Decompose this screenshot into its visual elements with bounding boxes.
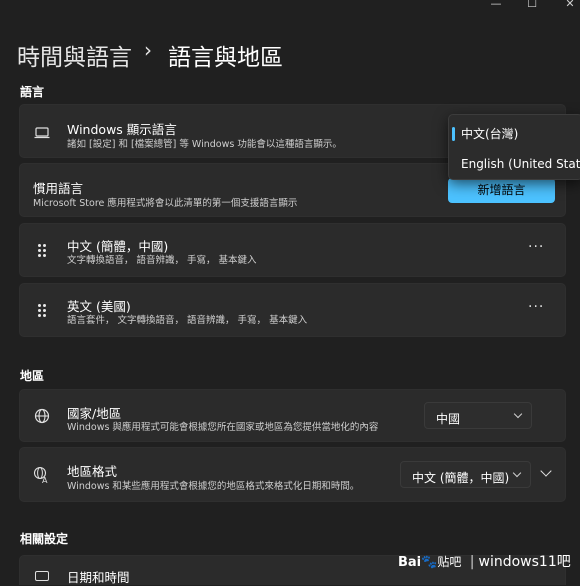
- selected-indicator: [452, 127, 455, 141]
- preferred-languages-subtitle: Microsoft Store 應用程式將會以此清單的第一個支援語言顯示: [33, 198, 298, 209]
- display-language-dropdown[interactable]: 中文(台灣) English (United States): [448, 114, 580, 180]
- chevron-down-icon: [512, 468, 522, 478]
- drag-handle-icon[interactable]: [38, 304, 48, 320]
- baidu-tieba-watermark: Bai🐾贴吧 | windows11吧: [398, 551, 580, 575]
- drag-handle-icon[interactable]: [38, 244, 48, 260]
- regional-format-subtitle: Windows 和某些應用程式會根據您的地區格式來格式化日期和時間。: [67, 481, 360, 492]
- regional-format-select[interactable]: 中文 (簡體，中國): [400, 461, 531, 488]
- minimize-button[interactable]: —: [486, 0, 506, 14]
- chevron-down-icon: [513, 409, 523, 419]
- language-item[interactable]: 英文 (美國) 語言套件， 文字轉換語音， 語音辨識， 手寫， 基本鍵入 ···: [19, 283, 566, 337]
- regional-format-value: 中文 (簡體，中國): [412, 471, 510, 485]
- section-label-region: 地區: [20, 369, 45, 383]
- dropdown-option-en-us[interactable]: English (United States): [461, 157, 580, 171]
- paw-icon: 🐾: [421, 555, 438, 570]
- svg-text:A: A: [42, 476, 48, 484]
- maximize-button[interactable]: ☐: [522, 0, 542, 14]
- close-button[interactable]: ✕: [560, 0, 580, 14]
- globe-icon: [34, 408, 50, 424]
- language-features: 文字轉換語音， 語音辨識， 手寫， 基本鍵入: [67, 255, 257, 266]
- watermark-divider: |: [469, 554, 475, 570]
- region-format-icon: A: [33, 466, 51, 485]
- add-language-button[interactable]: 新增語言: [448, 178, 555, 203]
- monitor-icon: [34, 124, 50, 139]
- language-item[interactable]: 中文 (簡體，中國) 文字轉換語音， 語音辨識， 手寫， 基本鍵入 ···: [19, 223, 566, 277]
- language-features: 語言套件， 文字轉換語音， 語音辨識， 手寫， 基本鍵入: [67, 315, 308, 326]
- section-label-language: 語言: [20, 85, 45, 99]
- calendar-icon: [35, 571, 49, 581]
- page-title: 語言與地區: [168, 45, 283, 71]
- more-options-icon[interactable]: ···: [528, 299, 544, 315]
- breadcrumb-parent[interactable]: 時間與語言: [17, 38, 132, 72]
- country-region-select[interactable]: 中國: [424, 402, 532, 429]
- more-options-icon[interactable]: ···: [528, 239, 544, 255]
- country-region-subtitle: Windows 與應用程式可能會根據您所在國家或地區為您提供當地化的內容: [67, 422, 379, 433]
- watermark-text: windows11吧: [478, 554, 571, 570]
- date-time-title: 日期和時間: [67, 570, 130, 585]
- country-region-value: 中國: [436, 412, 461, 426]
- tieba-text: 贴吧: [437, 555, 462, 569]
- section-label-related: 相關設定: [20, 532, 69, 546]
- baidu-logo-text: Bai: [398, 555, 422, 570]
- dropdown-option-zh-tw[interactable]: 中文(台灣): [461, 125, 518, 142]
- breadcrumb-separator: ›: [144, 38, 152, 62]
- display-language-subtitle: 諸如 [設定] 和 [檔案總管] 等 Windows 功能會以這種語言顯示。: [67, 139, 342, 150]
